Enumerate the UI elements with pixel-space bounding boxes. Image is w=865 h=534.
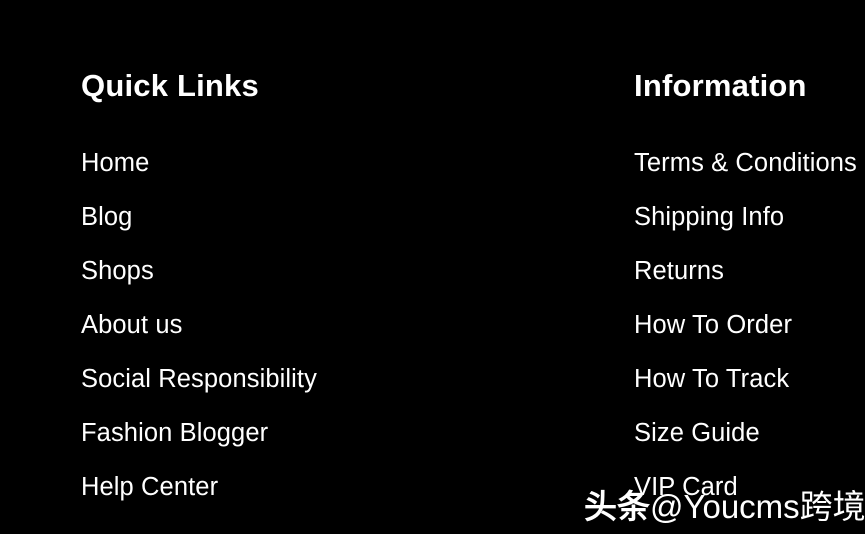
link-returns[interactable]: Returns (634, 258, 865, 313)
link-about-us[interactable]: About us (81, 312, 601, 367)
information-list: Terms & Conditions Shipping Info Returns… (634, 150, 865, 529)
column-heading-quick-links: Quick Links (81, 68, 259, 103)
link-social-responsibility[interactable]: Social Responsibility (81, 366, 601, 421)
link-vip-card[interactable]: VIP Card (634, 474, 865, 529)
link-terms-and-conditions[interactable]: Terms & Conditions (634, 150, 865, 205)
link-how-to-track[interactable]: How To Track (634, 366, 865, 421)
link-shops[interactable]: Shops (81, 258, 601, 313)
link-size-guide[interactable]: Size Guide (634, 420, 865, 475)
link-help-center[interactable]: Help Center (81, 474, 601, 529)
link-blog[interactable]: Blog (81, 204, 601, 259)
link-home[interactable]: Home (81, 150, 601, 205)
link-fashion-blogger[interactable]: Fashion Blogger (81, 420, 601, 475)
footer-screenshot: Quick Links Home Blog Shops About us Soc… (0, 0, 865, 534)
quick-links-list: Home Blog Shops About us Social Responsi… (81, 150, 601, 529)
footer-link-columns: Quick Links Home Blog Shops About us Soc… (0, 0, 865, 534)
footer-column-information: Information Terms & Conditions Shipping … (634, 70, 865, 529)
column-heading-information: Information (634, 68, 807, 103)
footer-column-quick-links: Quick Links Home Blog Shops About us Soc… (81, 70, 601, 529)
link-how-to-order[interactable]: How To Order (634, 312, 865, 367)
link-shipping-info[interactable]: Shipping Info (634, 204, 865, 259)
